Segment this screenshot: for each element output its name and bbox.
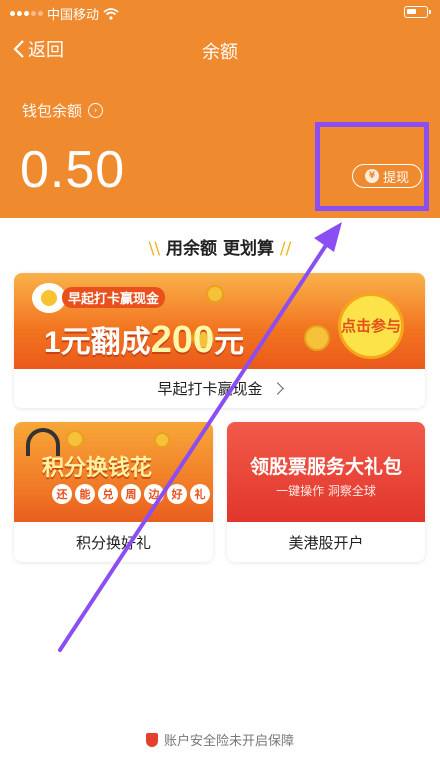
annotation-highlight-box — [315, 122, 429, 211]
stock-account-banner: 领股票服务大礼包 一键操作 洞察全球 — [227, 422, 425, 522]
status-left: 中国移动 — [10, 4, 119, 23]
wallet-label-text: 钱包余额 — [22, 102, 83, 120]
status-bar: 中国移动 — [0, 0, 440, 26]
early-checkin-caption: 早起打卡赢现金 — [14, 369, 425, 408]
headline-suffix: 元 — [214, 326, 245, 359]
stock-banner-title: 领股票服务大礼包 — [249, 456, 402, 478]
points-banner-char: 兑 — [98, 484, 118, 504]
nav-bar: 返回 余额 — [0, 28, 440, 72]
early-checkin-banner-headline: 1元翻成200元 — [44, 317, 244, 362]
wallet-balance-label[interactable]: 钱包余额 › — [22, 100, 104, 121]
page-title: 余额 — [202, 42, 238, 63]
points-exchange-card[interactable]: 积分换钱花 还 能 兑 周 边 好 礼 积分换好礼 — [14, 422, 213, 562]
battery-icon — [404, 6, 431, 18]
early-checkin-banner: 早起打卡赢现金 1元翻成200元 点击参与 — [14, 273, 425, 369]
coin-icon — [304, 325, 330, 351]
decoration-right-icon: // — [279, 239, 292, 259]
stock-account-card[interactable]: 领股票服务大礼包 一键操作 洞察全球 美港股开户 — [227, 422, 425, 562]
balance-amount: 0.50 — [20, 141, 126, 199]
points-banner-char: 能 — [75, 484, 95, 504]
wifi-icon — [103, 7, 119, 20]
early-checkin-banner-subtitle: 早起打卡赢现金 — [62, 287, 166, 308]
points-banner-char: 礼 — [190, 484, 210, 504]
points-banner-char: 还 — [52, 484, 72, 504]
join-badge: 点击参与 — [338, 293, 404, 359]
coin-icon — [206, 285, 224, 303]
headline-prefix: 1元翻成 — [44, 326, 151, 359]
security-notice-text: 账户安全险未开启保障 — [163, 734, 294, 749]
points-exchange-caption: 积分换好礼 — [75, 533, 151, 552]
points-banner-title: 积分换钱花 — [42, 456, 153, 481]
points-banner-subtitle: 还 能 兑 周 边 好 礼 — [52, 484, 210, 504]
points-banner-char: 边 — [144, 484, 164, 504]
stock-account-caption: 美港股开户 — [288, 533, 364, 552]
points-banner-char: 好 — [167, 484, 187, 504]
early-checkin-caption-text: 早起打卡赢现金 — [157, 380, 263, 398]
points-banner-char: 周 — [121, 484, 141, 504]
headline-number: 200 — [150, 319, 215, 361]
section-title-text: 用余额 更划算 — [166, 239, 274, 259]
points-exchange-banner: 积分换钱花 还 能 兑 周 边 好 礼 — [14, 422, 213, 522]
decoration-left-icon: \\ — [148, 239, 161, 259]
section-title: \\ 用余额 更划算 // — [0, 234, 440, 259]
early-checkin-card[interactable]: 早起打卡赢现金 1元翻成200元 点击参与 早起打卡赢现金 — [14, 273, 425, 408]
signal-icon — [10, 11, 43, 16]
egg-icon — [32, 283, 66, 313]
coin-icon — [154, 432, 170, 448]
stock-banner-subtitle: 一键操作 洞察全球 — [276, 484, 376, 498]
shield-icon — [145, 732, 158, 747]
security-notice[interactable]: 账户安全险未开启保障 — [0, 730, 440, 749]
info-icon: › — [88, 103, 104, 118]
carrier-label: 中国移动 — [47, 8, 100, 23]
coin-icon — [66, 430, 84, 448]
chevron-right-icon — [270, 382, 284, 395]
